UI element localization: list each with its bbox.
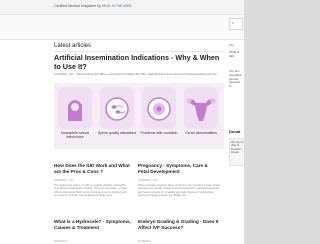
article-card-meta: 10/26/2024 · ALL <box>54 179 74 182</box>
article-card-meta: 10/27/2024 <box>54 240 67 243</box>
page: Certified Medical Magazine by HEAL ALTNE… <box>0 0 244 244</box>
article-card-title[interactable]: Embryo Grading & Grading - Does It Affec… <box>138 219 220 231</box>
featured-article-meta: 11/11/2024 · ALL · Article Ending Uber B… <box>54 73 217 76</box>
article-card-title[interactable]: What is a Hydrocele? - Symptoms, Causes … <box>54 219 132 231</box>
menu-button[interactable]: ≡ <box>229 18 243 30</box>
sidebar-about-text: Our aim reputable genetic assisted is... <box>229 70 242 89</box>
article-card-meta: 10/25/2024 <box>138 240 151 243</box>
featured-article-title[interactable]: Artificial Insemination Indications - Wh… <box>54 53 224 71</box>
article-card-excerpt: The intrauterine device, or IUD, is a hi… <box>54 184 128 198</box>
certified-prefix: Certified Medical Magazine by <box>54 4 101 8</box>
certified-text: Certified Medical Magazine by HEAL ALTNE… <box>54 4 132 8</box>
article-card-title[interactable]: Pregnancy - Symptoms, Care & Fetal Devel… <box>138 163 220 175</box>
banner-caption: Problems with ovulation <box>140 131 178 135</box>
intercourse-icon <box>58 87 92 129</box>
banner-caption: Sperm quality alterations <box>97 131 137 135</box>
cervix-icon <box>184 87 218 129</box>
divider <box>54 51 224 52</box>
article-card-excerpt: When a woman suspects she is pregnant, m… <box>138 184 220 198</box>
ovulation-icon <box>142 87 176 129</box>
sperm-icon <box>100 87 134 129</box>
section-title: Latest articles <box>54 43 92 49</box>
article-card-meta: 10/26/2024 · ALL <box>138 179 158 182</box>
menu-icon: ≡ <box>232 21 234 25</box>
banner-caption: Incomplete sexual intercourse <box>60 131 90 140</box>
banner-caption: Cervix abnormalities <box>185 131 217 135</box>
donate-title: Donat <box>229 129 241 134</box>
donate-box: We rely ho offer fu Donation Donati <box>229 138 244 166</box>
article-card-title[interactable]: How Does the IUD Work and What are the P… <box>54 163 132 175</box>
sidebar-subheading: IVF/EI AI DEF <box>229 51 240 58</box>
featured-article-image[interactable]: Incomplete sexual intercourse Sperm qual… <box>54 83 224 149</box>
site-header <box>0 15 244 40</box>
sidebar-heading: Our <box>229 44 235 47</box>
certified-link[interactable]: HEAL ALTNE.WEB <box>102 4 132 8</box>
donate-text: We rely ho offer fu Donation Donati <box>231 141 244 154</box>
top-bar: Certified Medical Magazine by HEAL ALTNE… <box>0 0 244 15</box>
